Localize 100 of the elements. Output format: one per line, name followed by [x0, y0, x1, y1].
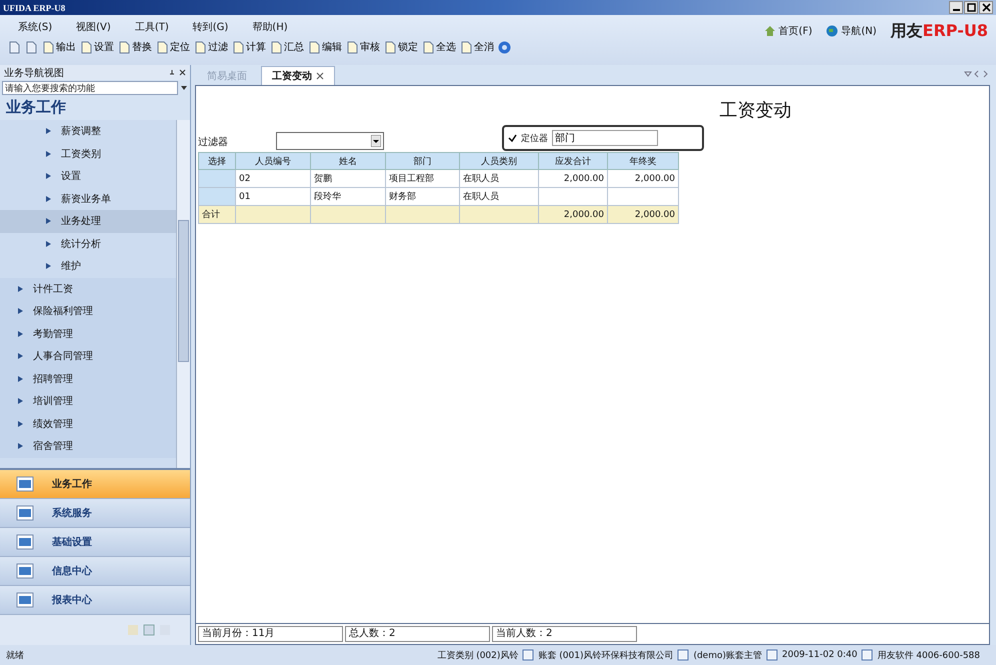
- maximize-icon: [966, 3, 976, 12]
- tree-group[interactable]: 计件工资: [0, 278, 176, 300]
- toolbar-button[interactable]: 计算: [232, 40, 266, 54]
- table-cell: 贺鹏: [310, 170, 386, 188]
- help-button[interactable]: [498, 40, 511, 54]
- tree-group[interactable]: 招聘管理: [0, 368, 176, 390]
- maximize-button[interactable]: [964, 1, 978, 14]
- info-field: 总人数：2: [345, 626, 490, 642]
- close-button[interactable]: [979, 1, 993, 14]
- globe-icon: [826, 25, 838, 37]
- toolbar-button[interactable]: 替换: [118, 40, 152, 54]
- page-title: 工资变动: [718, 99, 792, 123]
- table-cell: 项目工程部: [386, 170, 460, 188]
- dropdown-arrow-icon: [371, 135, 381, 147]
- dropdown-arrow-icon[interactable]: [180, 84, 188, 92]
- status-item: 用友软件 4006-600-588: [877, 650, 980, 662]
- column-header[interactable]: 姓名: [310, 152, 386, 170]
- tree-group[interactable]: 培训管理: [0, 390, 176, 412]
- info-field: 当前人数：2: [492, 626, 637, 642]
- column-header[interactable]: 部门: [386, 152, 460, 170]
- toolbar-button[interactable]: 编辑: [308, 40, 342, 54]
- bullet-icon: [18, 398, 23, 404]
- bullet-icon: [46, 173, 51, 180]
- tree-item[interactable]: 工资类别: [0, 142, 176, 165]
- tree-group[interactable]: 人事合同管理: [0, 345, 176, 368]
- bullet-icon: [18, 376, 23, 382]
- toolbar-button[interactable]: 锁定: [384, 40, 418, 54]
- table-cell: 2,000.00: [538, 170, 608, 188]
- nav-button[interactable]: 报表中心: [0, 586, 190, 615]
- navigation-link[interactable]: 导航(N): [826, 21, 877, 38]
- status-text: 就绪: [6, 650, 24, 662]
- menu-item[interactable]: 系统(S): [18, 20, 52, 38]
- total-cell: 2,000.00: [538, 206, 608, 224]
- brand-logo: 用友ERP-U8: [890, 21, 988, 42]
- toolbar-button[interactable]: 审核: [346, 40, 380, 54]
- toolbar-button[interactable]: 定位: [156, 40, 190, 54]
- status-item: 工资类别 (002)风铃: [437, 650, 518, 662]
- nav-button[interactable]: 业务工作: [0, 470, 190, 499]
- toolbar-button[interactable]: 设置: [80, 40, 114, 54]
- tree-group[interactable]: 保险福利管理: [0, 300, 176, 322]
- menu-item[interactable]: 工具(T): [134, 20, 169, 38]
- nav-button[interactable]: 系统服务: [0, 499, 190, 528]
- search-field[interactable]: 请输入您要搜索的功能: [2, 81, 178, 95]
- bullet-icon: [46, 218, 51, 224]
- window-icon: [16, 476, 34, 492]
- bullet-icon: [18, 308, 23, 314]
- nav-button[interactable]: 基础设置: [0, 528, 190, 557]
- window-icon: [16, 592, 34, 608]
- filter-label: 过滤器: [198, 136, 229, 149]
- scrollbar[interactable]: [176, 120, 190, 468]
- status-item: (demo)账套主管: [693, 650, 762, 662]
- column-header[interactable]: 年终奖: [608, 152, 678, 170]
- minimize-button[interactable]: [949, 1, 963, 14]
- toolbar-button[interactable]: 全选: [422, 40, 456, 54]
- close-icon[interactable]: [316, 72, 324, 80]
- pin-close-icon[interactable]: [170, 68, 186, 76]
- table-cell: 02: [236, 170, 310, 188]
- table-cell: 在职人员: [460, 170, 538, 188]
- locator-field[interactable]: 部门: [552, 130, 658, 146]
- close-icon: [982, 3, 990, 12]
- status-item: 账套 (001)风铃环保科技有限公司: [538, 650, 674, 662]
- column-header[interactable]: 选择: [198, 152, 236, 170]
- toolbar-button[interactable]: 全消: [460, 40, 494, 54]
- bullet-icon: [46, 128, 51, 134]
- toolbar-button[interactable]: 输出: [42, 40, 76, 54]
- column-header[interactable]: 应发合计: [538, 152, 608, 170]
- locator-checkbox[interactable]: [508, 134, 517, 142]
- window-icon: [16, 505, 34, 521]
- nav-button[interactable]: 信息中心: [0, 557, 190, 586]
- tree-item[interactable]: 薪资业务单: [0, 188, 176, 210]
- info-field: 当前月份：11月: [198, 626, 343, 642]
- tree-item[interactable]: 薪资调整: [0, 120, 176, 142]
- house-icon: [764, 25, 776, 37]
- window-title: UFIDA ERP-U8: [3, 2, 66, 12]
- bullet-icon: [18, 330, 23, 337]
- panel-title: 业务导航视图: [4, 66, 64, 80]
- toolbar-button[interactable]: 过滤: [194, 40, 228, 54]
- bullet-icon: [18, 420, 23, 427]
- section-heading: 业务工作: [5, 97, 67, 118]
- tab[interactable]: 工资变动: [261, 66, 335, 85]
- tree-group[interactable]: 宿舍管理: [0, 435, 176, 458]
- total-cell: 合计: [198, 206, 236, 224]
- status-item: 2009-11-02 0:40: [782, 650, 858, 660]
- tree-group[interactable]: 绩效管理: [0, 412, 176, 435]
- column-header[interactable]: 人员编号: [236, 152, 310, 170]
- tree-item[interactable]: 统计分析: [0, 232, 176, 255]
- menu-item[interactable]: 帮助(H): [252, 20, 288, 38]
- menu-item[interactable]: 转到(G): [192, 20, 228, 38]
- window-icon: [16, 534, 34, 550]
- filter-dropdown[interactable]: [276, 132, 384, 150]
- tree-group[interactable]: 考勤管理: [0, 322, 176, 345]
- column-header[interactable]: 人员类别: [460, 152, 538, 170]
- home-link[interactable]: 首页(F): [764, 21, 812, 38]
- tree-item[interactable]: 设置: [0, 165, 176, 188]
- table-cell: 2,000.00: [608, 170, 678, 188]
- menu-item[interactable]: 视图(V): [76, 20, 111, 38]
- toolbar-button[interactable]: 汇总: [270, 40, 304, 54]
- window-icon: [16, 563, 34, 579]
- tree-item[interactable]: 维护: [0, 255, 176, 278]
- tree-item[interactable]: 业务处理: [0, 210, 176, 232]
